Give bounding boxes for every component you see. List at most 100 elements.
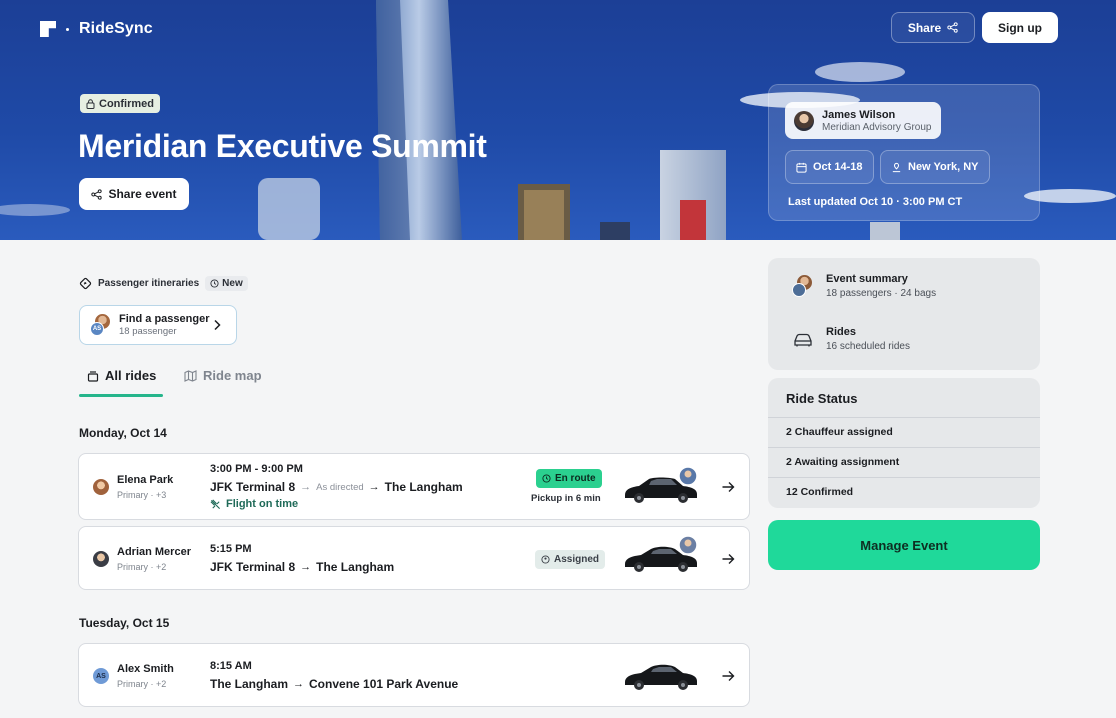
ride-status-row[interactable]: 12 Confirmed (768, 477, 1040, 507)
avatar-initials: AS (90, 322, 104, 336)
summary-detail: 18 passengers · 24 bags (826, 288, 937, 299)
status-badge: En route (536, 469, 602, 488)
logo-separator-dot (66, 27, 69, 31)
share-icon (947, 22, 958, 33)
find-passenger-label: Find a passenger (119, 313, 210, 325)
route-origin: The Langham (210, 677, 289, 691)
avatar (794, 110, 814, 131)
map-icon (184, 369, 197, 382)
user-check-icon (541, 555, 550, 564)
ride-route: The Langham → Convene 101 Park Avenue (210, 677, 458, 691)
passenger-group: Primary · +3 (117, 490, 167, 500)
signup-button[interactable]: Sign up (982, 12, 1058, 43)
status-badge: Assigned (535, 550, 606, 569)
clock-icon (542, 474, 551, 483)
plane-icon (210, 499, 221, 509)
active-tab-indicator (79, 394, 163, 397)
ride-time: 8:15 AM (210, 660, 252, 672)
route-origin: JFK Terminal 8 (210, 480, 296, 494)
car-image (625, 664, 697, 690)
event-summary-card: Event summary 18 passengers · 24 bags Ri… (768, 258, 1040, 370)
summary-passengers[interactable]: Event summary 18 passengers · 24 bags (792, 273, 936, 299)
share-event-label: Share event (108, 187, 177, 201)
summary-rides[interactable]: Rides 16 scheduled rides (792, 326, 910, 352)
logo-icon (40, 21, 56, 37)
last-updated: Last updated Oct 10 · 3:00 PM CT (788, 196, 963, 208)
manage-event-button[interactable]: Manage Event (768, 520, 1040, 570)
arrow-right-icon[interactable] (721, 480, 735, 494)
chevron-right-icon (214, 319, 221, 331)
arrow-right-icon: → (368, 481, 380, 493)
passenger-name: Alex Smith (117, 663, 174, 675)
new-badge-label: New (222, 278, 243, 289)
flight-status: Flight on time (210, 498, 298, 510)
day-heading: Tuesday, Oct 15 (79, 616, 170, 630)
rides-detail: 16 scheduled rides (826, 341, 910, 352)
app-name: RideSync (79, 20, 153, 37)
car-icon (794, 333, 812, 347)
ride-route: JFK Terminal 8 → The Langham (210, 560, 394, 574)
passenger-count: 18 passenger (119, 326, 177, 337)
ride-card[interactable]: Elena Park Primary · +3 3:00 PM - 9:00 P… (78, 453, 750, 520)
car-image (625, 536, 698, 572)
lock-icon (86, 98, 95, 109)
day-heading: Monday, Oct 14 (79, 426, 167, 440)
avatar-initials: AS (93, 668, 109, 684)
ride-status-row[interactable]: 2 Chauffeur assigned (768, 417, 1040, 447)
location-label: New York, NY (908, 161, 979, 173)
location-pin-icon (892, 162, 901, 172)
avatar (93, 551, 109, 567)
hero-banner: RideSync Share Sign up Confirmed Meridia… (0, 0, 1116, 240)
arrow-right-icon: → (300, 481, 312, 493)
passenger-group: Primary · +2 (117, 679, 167, 689)
location-chip[interactable]: New York, NY (880, 150, 990, 184)
passenger-itineraries-header: Passenger itineraries New (79, 276, 248, 291)
ride-status-label: En route (555, 473, 596, 484)
passenger-avatars (792, 275, 814, 297)
passenger-group: Primary · +2 (117, 562, 167, 572)
arrow-right-icon[interactable] (721, 669, 735, 683)
ride-route: JFK Terminal 8 → As directed → The Langh… (210, 480, 463, 494)
tab-ride-map-label: Ride map (203, 368, 262, 383)
arrow-right-icon[interactable] (721, 552, 735, 566)
route-diamond-icon (79, 277, 92, 290)
share-icon (91, 188, 103, 200)
ride-card[interactable]: Adrian Mercer Primary · +2 5:15 PM JFK T… (78, 526, 750, 590)
clock-icon (210, 279, 219, 288)
ride-time: 5:15 PM (210, 543, 252, 555)
status-badge-label: Confirmed (99, 97, 154, 110)
ride-status-title: Ride Status (786, 391, 858, 406)
route-destination: The Langham (316, 560, 395, 574)
ride-status-row[interactable]: 2 Awaiting assignment (768, 447, 1040, 477)
event-info-card: James Wilson Meridian Advisory Group Oct… (768, 84, 1040, 221)
pickup-eta: Pickup in 6 min (531, 493, 601, 504)
arrow-right-icon: → (293, 678, 305, 690)
ride-tabs: All rides Ride map (79, 362, 750, 398)
stack-icon (87, 370, 99, 382)
ride-card[interactable]: AS Alex Smith Primary · +2 8:15 AM The L… (78, 643, 750, 707)
summary-title: Event summary (826, 273, 908, 285)
ridesync-logo[interactable]: RideSync (40, 20, 153, 38)
host-name: James Wilson (822, 108, 896, 121)
share-event-button[interactable]: Share event (79, 178, 189, 210)
ride-status-label: Assigned (554, 554, 600, 565)
avatar (93, 479, 109, 495)
find-passenger-button[interactable]: AS Find a passenger 18 passenger (79, 305, 237, 345)
itineraries-label: Passenger itineraries (98, 278, 200, 289)
flight-status-label: Flight on time (226, 498, 299, 510)
route-destination: Convene 101 Park Avenue (309, 677, 459, 691)
host-chip[interactable]: James Wilson Meridian Advisory Group (785, 102, 941, 139)
route-origin: JFK Terminal 8 (210, 560, 296, 574)
route-destination: The Langham (384, 480, 463, 494)
ride-status-card: Ride Status 2 Chauffeur assigned 2 Await… (768, 378, 1040, 508)
status-badge: Confirmed (80, 94, 160, 113)
tab-all-rides[interactable]: All rides (87, 368, 156, 383)
passenger-name: Elena Park (117, 474, 174, 486)
share-button[interactable]: Share (891, 12, 975, 43)
share-button-label: Share (907, 20, 942, 35)
dates-chip[interactable]: Oct 14-18 (785, 150, 874, 184)
event-title: Meridian Executive Summit (78, 128, 487, 164)
tab-ride-map[interactable]: Ride map (184, 368, 262, 383)
tab-all-rides-label: All rides (105, 368, 157, 383)
car-image (625, 467, 698, 503)
